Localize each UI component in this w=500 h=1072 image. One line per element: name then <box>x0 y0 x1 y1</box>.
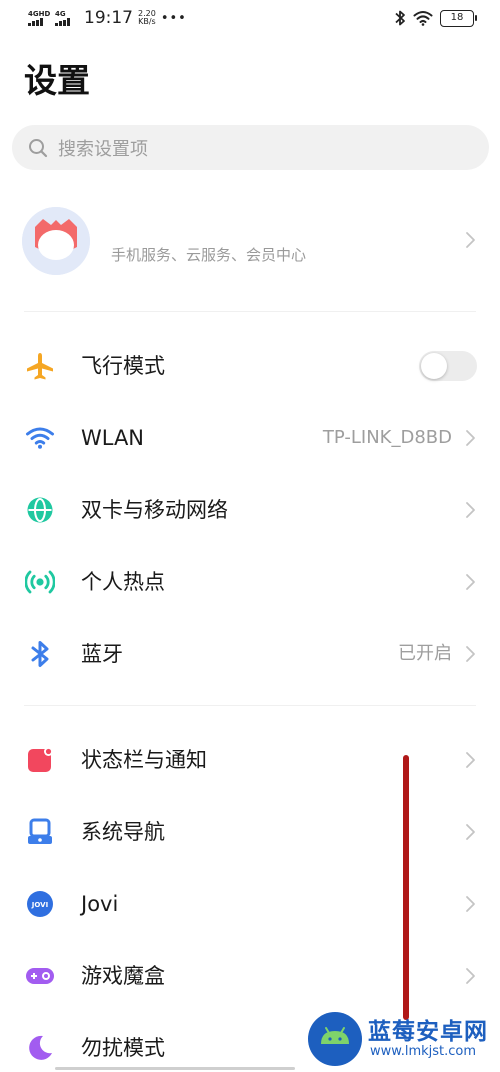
chevron-right-icon <box>466 232 475 248</box>
signal-sim2-icon: 4G <box>55 10 77 26</box>
watermark-url: www.lmkjst.com <box>370 1044 477 1059</box>
chevron-right-icon <box>466 646 475 662</box>
settings-item-system-navigation[interactable]: 系统导航 <box>0 796 500 868</box>
signal-sim1-icon: 4GHD <box>28 10 50 26</box>
settings-item-hotspot[interactable]: 个人热点 <box>0 546 500 618</box>
chevron-right-icon <box>466 824 475 840</box>
status-bar-right: 18 <box>394 9 477 27</box>
wifi-icon <box>26 427 54 449</box>
settings-item-bluetooth[interactable]: 蓝牙 已开启 <box>0 618 500 690</box>
gamepad-icon <box>26 968 54 984</box>
section-divider <box>24 705 476 706</box>
bluetooth-status: 已开启 <box>398 643 452 664</box>
globe-icon <box>27 497 53 523</box>
status-bar-left: 4GHD 4G 19:17 2.20 KB/s ••• <box>28 8 187 28</box>
system-navigation-label: 系统导航 <box>81 820 165 844</box>
settings-item-wlan[interactable]: WLAN TP-LINK_D8BD <box>0 402 500 474</box>
network-speed-unit: KB/s <box>138 17 156 26</box>
annotation-scroll-line <box>403 755 409 1020</box>
jovi-icon-text: JOVI <box>31 901 48 909</box>
search-input[interactable]: 搜索设置项 <box>12 125 489 170</box>
chevron-right-icon <box>466 430 475 446</box>
wifi-status-icon <box>413 11 433 26</box>
default-avatar-icon <box>22 207 90 275</box>
sim1-network-label: 4GHD <box>28 10 51 18</box>
page-title: 设置 <box>24 61 90 100</box>
jovi-icon: JOVI <box>27 891 53 917</box>
settings-item-dual-sim-network[interactable]: 双卡与移动网络 <box>0 474 500 546</box>
airplane-mode-label: 飞行模式 <box>81 354 165 378</box>
gesture-home-bar[interactable] <box>55 1067 295 1070</box>
wlan-connected-network: TP-LINK_D8BD <box>322 427 452 448</box>
airplane-mode-toggle[interactable] <box>419 351 477 381</box>
notification-icon <box>28 747 53 772</box>
bluetooth-status-icon <box>395 10 405 26</box>
settings-item-airplane-mode[interactable]: 飞行模式 <box>0 330 500 402</box>
chevron-right-icon <box>466 968 475 984</box>
watermark-title: 蓝莓安卓网 <box>368 1019 488 1045</box>
account-subtitle: 手机服务、云服务、会员中心 <box>111 246 307 264</box>
watermark-logo-icon <box>308 1012 362 1066</box>
account-card[interactable]: 手机服务、云服务、会员中心 <box>0 195 500 295</box>
do-not-disturb-label: 勿扰模式 <box>81 1036 165 1060</box>
sim2-network-label: 4G <box>55 10 66 18</box>
status-bar-notifications-label: 状态栏与通知 <box>81 748 207 772</box>
chevron-right-icon <box>466 896 475 912</box>
clock: 19:17 <box>84 8 133 28</box>
moon-icon <box>29 1035 52 1060</box>
chevron-right-icon <box>466 502 475 518</box>
more-notifications-icon: ••• <box>160 10 187 26</box>
bluetooth-label: 蓝牙 <box>81 642 123 666</box>
bluetooth-icon <box>31 641 49 667</box>
search-placeholder: 搜索设置项 <box>58 138 148 160</box>
settings-item-status-bar-notifications[interactable]: 状态栏与通知 <box>0 724 500 796</box>
battery-icon: 18 <box>440 9 477 27</box>
chevron-right-icon <box>466 752 475 768</box>
navigation-icon <box>28 818 52 844</box>
airplane-icon <box>27 353 53 380</box>
network-speed: 2.20 KB/s <box>138 10 156 26</box>
toggle-knob <box>421 353 447 379</box>
settings-item-game-box[interactable]: 游戏魔盒 <box>0 940 500 1012</box>
chevron-right-icon <box>466 574 475 590</box>
settings-item-jovi[interactable]: JOVI Jovi <box>0 868 500 940</box>
game-box-label: 游戏魔盒 <box>81 964 165 988</box>
hotspot-label: 个人热点 <box>81 570 165 594</box>
search-icon <box>29 138 48 157</box>
dual-sim-network-label: 双卡与移动网络 <box>81 498 228 522</box>
section-divider <box>24 311 476 312</box>
avatar[interactable] <box>22 207 90 275</box>
wlan-label: WLAN <box>81 426 145 450</box>
site-watermark: 蓝莓安卓网 www.lmkjst.com <box>306 1010 496 1068</box>
jovi-label: Jovi <box>81 892 119 916</box>
hotspot-icon <box>25 570 55 594</box>
status-bar: 4GHD 4G 19:17 2.20 KB/s ••• 18 <box>0 0 500 40</box>
